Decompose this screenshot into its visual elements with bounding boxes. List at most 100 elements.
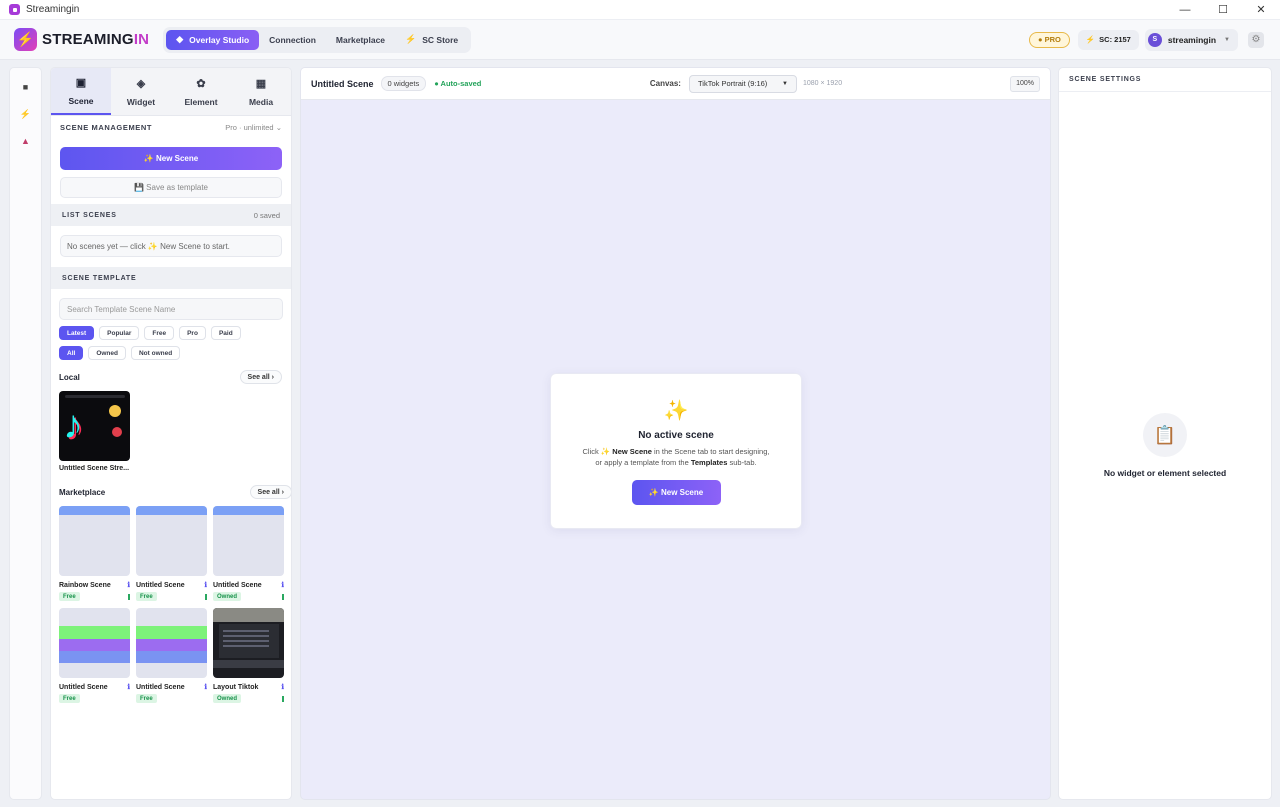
chevron-down-icon: ▼ <box>782 80 788 87</box>
nav-overlay-studio[interactable]: ◆ Overlay Studio <box>166 29 260 50</box>
window-controls: — ☐ ✕ <box>1166 0 1280 20</box>
tab-element[interactable]: ✿ Element <box>171 68 231 115</box>
chip-free[interactable]: Free <box>144 326 175 340</box>
sc-balance[interactable]: ⚡ SC: 2157 <box>1077 29 1139 50</box>
element-icon: ✿ <box>196 77 206 90</box>
new-scene-button[interactable]: ✨ New Scene <box>60 147 282 170</box>
chip-popular[interactable]: Popular <box>99 326 140 340</box>
user-menu[interactable]: S streamingin ▼ <box>1144 28 1238 51</box>
chevron-down-icon: ⌄ <box>275 122 282 132</box>
scene-management-header: SCENE MANAGEMENT Pro · unlimited ⌄ <box>60 122 282 132</box>
marketplace-card[interactable]: Layout Tiktok ℹ Owned <box>213 608 284 703</box>
canvas-dimensions: 1080 × 1920 <box>802 80 843 87</box>
logo-text: STREAMINGIN <box>42 31 150 48</box>
local-header: Local See all › <box>59 369 282 385</box>
bolt-icon: ⚡ <box>1085 35 1096 44</box>
canvas-size-select[interactable]: TikTok Portrait (9:16) ▼ <box>688 74 797 93</box>
scene-settings-panel: SCENE SETTINGS 📋 No widget or element se… <box>1058 67 1272 800</box>
save-as-template-button[interactable]: 💾 Save as template <box>60 177 282 198</box>
no-active-scene-card: ✨ No active scene Click ✨ New Scene in t… <box>550 373 802 529</box>
chip-not-owned[interactable]: Not owned <box>130 346 181 360</box>
local-template-name: Untitled Scene Stre... <box>59 465 130 472</box>
template-thumbnail <box>59 608 130 678</box>
chip-all[interactable]: All <box>59 346 84 360</box>
nav-sc-store[interactable]: ⚡ SC Store <box>395 30 468 50</box>
template-thumbnail <box>136 506 207 576</box>
status-badge: Free <box>136 592 157 601</box>
logo[interactable]: ⚡ STREAMINGIN <box>14 28 149 51</box>
local-template-thumbnail[interactable]: ♪ <box>59 391 130 461</box>
chevron-down-icon: ▼ <box>1224 36 1230 43</box>
minimize-button[interactable]: — <box>1166 0 1204 20</box>
info-icon[interactable]: ℹ <box>204 581 207 589</box>
scenes-empty-message: No scenes yet — click ✨ New Scene to sta… <box>60 235 282 257</box>
left-panel: ▣ Scene ◈ Widget ✿ Element ▦ Media SCENE… <box>50 67 292 800</box>
app-icon <box>9 4 20 15</box>
username: streamingin <box>1167 34 1217 45</box>
logo-bolt-icon: ⚡ <box>14 28 37 51</box>
scene-name[interactable]: Untitled Scene <box>311 79 374 89</box>
settings-empty-state: 📋 No widget or element selected <box>1059 413 1271 478</box>
close-button[interactable]: ✕ <box>1242 0 1280 20</box>
tab-scene[interactable]: ▣ Scene <box>51 68 111 115</box>
info-icon[interactable]: ℹ <box>281 581 284 589</box>
settings-gear-icon[interactable]: ⚙ <box>1248 31 1264 48</box>
owner-chips: All Owned Not owned <box>59 346 291 360</box>
chip-owned[interactable]: Owned <box>88 346 126 360</box>
maximize-button[interactable]: ☐ <box>1204 0 1242 20</box>
info-icon[interactable]: ℹ <box>127 581 130 589</box>
status-badge: Owned <box>213 592 242 601</box>
sort-chips: Latest Popular Free Pro Paid <box>59 326 291 340</box>
canvas-toolbar: Untitled Scene 0 widgets ● Auto-saved Ca… <box>301 68 1050 100</box>
widget-icon: ◈ <box>136 77 146 90</box>
user-upload-icon[interactable]: ▲ <box>10 136 41 146</box>
template-thumbnail <box>213 608 284 678</box>
template-thumbnail <box>213 506 284 576</box>
zoom-level[interactable]: 100% <box>1010 75 1040 92</box>
camera-icon[interactable]: ■ <box>10 82 41 92</box>
clipboard-icon: 📋 <box>1143 413 1187 457</box>
marketplace-card[interactable]: Untitled Scene ℹ Free <box>59 608 130 703</box>
status-badge: Free <box>136 694 157 703</box>
scene-settings-title: SCENE SETTINGS <box>1059 68 1271 92</box>
tab-media[interactable]: ▦ Media <box>231 68 291 115</box>
saved-count: 0 saved <box>253 210 280 220</box>
window-titlebar: Streamingin — ☐ ✕ <box>0 0 1280 20</box>
marketplace-see-all-button[interactable]: See all › <box>249 485 291 499</box>
top-nav: ⚡ STREAMINGIN ◆ Overlay Studio Connectio… <box>0 20 1280 60</box>
bolt-icon[interactable]: ⚡ <box>10 109 41 120</box>
autosave-status: ● Auto-saved <box>434 79 482 88</box>
pro-badge: ● PRO <box>1028 31 1070 48</box>
info-icon[interactable]: ℹ <box>281 683 284 691</box>
status-badge: Free <box>59 694 80 703</box>
canvas-new-scene-button[interactable]: ✨ New Scene <box>631 480 721 505</box>
marketplace-card[interactable]: Rainbow Scene ℹ Free <box>59 506 130 601</box>
marketplace-header: Marketplace See all › <box>59 484 291 500</box>
sparkle-icon: ✨ <box>663 400 689 422</box>
status-badge: Owned <box>213 694 242 703</box>
template-search-input[interactable]: Search Template Scene Name <box>59 298 283 320</box>
scene-template-header: SCENE TEMPLATE <box>51 267 291 289</box>
template-thumbnail <box>59 506 130 576</box>
info-icon[interactable]: ℹ <box>204 683 207 691</box>
avatar: S <box>1147 32 1162 47</box>
nav-marketplace[interactable]: Marketplace <box>326 30 395 50</box>
marketplace-card[interactable]: Untitled Scene ℹ Owned <box>213 506 284 601</box>
nav-connection[interactable]: Connection <box>259 30 326 50</box>
chip-paid[interactable]: Paid <box>210 326 241 340</box>
marketplace-card[interactable]: Untitled Scene ℹ Free <box>136 608 207 703</box>
studio-icon: ◆ <box>176 34 184 44</box>
empty-selection-message: No widget or element selected <box>1103 468 1227 478</box>
plan-dropdown[interactable]: Pro · unlimited ⌄ <box>225 123 282 132</box>
empty-title: No active scene <box>638 430 714 441</box>
icon-rail: ■ ⚡ ▲ <box>9 67 42 800</box>
marketplace-card[interactable]: Untitled Scene ℹ Free <box>136 506 207 601</box>
empty-description: Click ✨ New Scene in the Scene tab to st… <box>582 447 770 467</box>
left-tabs: ▣ Scene ◈ Widget ✿ Element ▦ Media <box>51 68 291 116</box>
info-icon[interactable]: ℹ <box>127 683 130 691</box>
chip-latest[interactable]: Latest <box>59 326 95 340</box>
status-badge: Free <box>59 592 80 601</box>
tab-widget[interactable]: ◈ Widget <box>111 68 171 115</box>
chip-pro[interactable]: Pro <box>179 326 206 340</box>
local-see-all-button[interactable]: See all › <box>239 370 282 384</box>
